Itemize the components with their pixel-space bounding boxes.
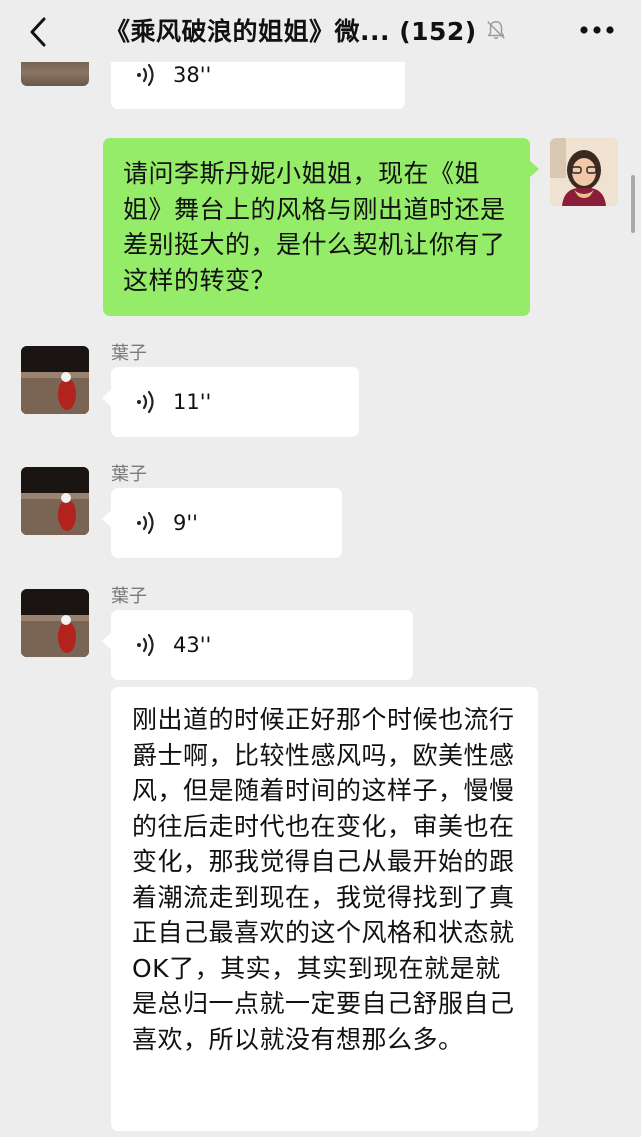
avatar[interactable] — [21, 467, 89, 535]
avatar-image — [21, 589, 89, 657]
voice-wave-icon — [137, 63, 154, 86]
voice-wave-icon — [137, 511, 154, 535]
avatar-image — [21, 467, 89, 535]
voice-wave-icon — [137, 390, 154, 414]
avatar-self-image — [550, 138, 618, 206]
chat-title: 《乘风破浪的姐姐》微... (152) — [105, 17, 477, 46]
voice-duration: 43'' — [173, 633, 212, 657]
voice-wave-icon — [137, 633, 154, 657]
chat-header: 《乘风破浪的姐姐》微... (152) — [0, 0, 641, 62]
avatar[interactable] — [21, 346, 89, 414]
voice-message[interactable]: 11'' — [102, 367, 359, 437]
more-dots-icon — [580, 26, 614, 34]
more-button[interactable] — [577, 14, 617, 46]
scrollbar[interactable] — [631, 175, 635, 233]
avatar[interactable] — [21, 589, 89, 657]
avatar[interactable] — [550, 138, 618, 206]
voice-duration: 38'' — [173, 62, 212, 87]
message-text: 刚出道的时候正好那个时候也流行爵士啊，比较性感风吗，欧美性感风，但是随着时间的这… — [132, 705, 515, 1054]
voice-duration: 9'' — [173, 511, 198, 535]
sender-name: 葉子 — [111, 464, 147, 485]
text-message-other[interactable]: 刚出道的时候正好那个时候也流行爵士啊，比较性感风吗，欧美性感风，但是随着时间的这… — [111, 687, 538, 1131]
chat-title-wrap[interactable]: 《乘风破浪的姐姐》微... (152) — [105, 12, 509, 48]
voice-message[interactable]: 9'' — [102, 488, 342, 558]
text-message-self[interactable]: 请问李斯丹妮小姐姐，现在《姐姐》舞台上的风格与刚出道时还是差别挺大的，是什么契机… — [103, 138, 539, 316]
avatar-image — [21, 346, 89, 414]
voice-message[interactable]: 43'' — [102, 610, 413, 680]
back-button[interactable] — [18, 12, 58, 52]
chevron-left-icon — [30, 17, 46, 47]
voice-duration: 11'' — [173, 390, 212, 414]
sender-name: 葉子 — [111, 343, 147, 364]
bell-muted-icon — [485, 18, 509, 42]
sender-name: 葉子 — [111, 586, 147, 607]
chat-screen: 《乘风破浪的姐姐》微... (152) 38'' 请问李斯丹妮小姐姐，现在《姐姐… — [0, 0, 641, 1137]
message-text: 请问李斯丹妮小姐姐，现在《姐姐》舞台上的风格与刚出道时还是差别挺大的，是什么契机… — [123, 159, 506, 295]
